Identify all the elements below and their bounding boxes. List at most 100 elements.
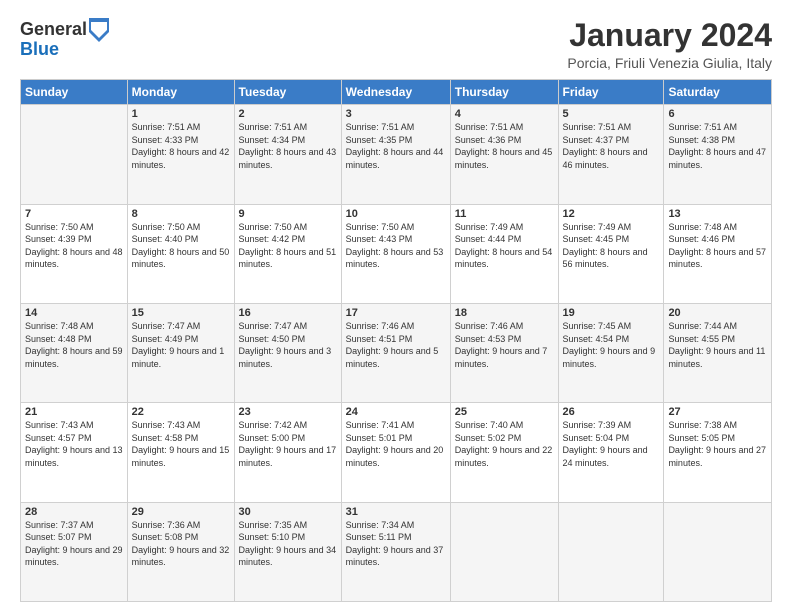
day-header-monday: Monday	[127, 80, 234, 105]
day-number: 11	[455, 208, 554, 220]
day-cell: 7Sunrise: 7:50 AMSunset: 4:39 PMDaylight…	[21, 204, 128, 303]
day-number: 6	[668, 108, 767, 120]
day-cell: 13Sunrise: 7:48 AMSunset: 4:46 PMDayligh…	[664, 204, 772, 303]
day-cell: 26Sunrise: 7:39 AMSunset: 5:04 PMDayligh…	[558, 403, 664, 502]
day-cell	[450, 502, 558, 601]
day-info: Sunrise: 7:51 AMSunset: 4:38 PMDaylight:…	[668, 121, 767, 171]
header: General Blue January 2024 Porcia, Friuli…	[20, 18, 772, 71]
calendar-body: 1Sunrise: 7:51 AMSunset: 4:33 PMDaylight…	[21, 105, 772, 602]
week-row-4: 28Sunrise: 7:37 AMSunset: 5:07 PMDayligh…	[21, 502, 772, 601]
day-number: 14	[25, 307, 123, 319]
day-info: Sunrise: 7:35 AMSunset: 5:10 PMDaylight:…	[239, 519, 337, 569]
day-cell: 18Sunrise: 7:46 AMSunset: 4:53 PMDayligh…	[450, 303, 558, 402]
day-cell: 30Sunrise: 7:35 AMSunset: 5:10 PMDayligh…	[234, 502, 341, 601]
week-row-0: 1Sunrise: 7:51 AMSunset: 4:33 PMDaylight…	[21, 105, 772, 204]
day-cell: 9Sunrise: 7:50 AMSunset: 4:42 PMDaylight…	[234, 204, 341, 303]
day-number: 31	[346, 506, 446, 518]
day-number: 3	[346, 108, 446, 120]
day-info: Sunrise: 7:45 AMSunset: 4:54 PMDaylight:…	[563, 320, 660, 370]
day-header-sunday: Sunday	[21, 80, 128, 105]
day-info: Sunrise: 7:36 AMSunset: 5:08 PMDaylight:…	[132, 519, 230, 569]
day-header-saturday: Saturday	[664, 80, 772, 105]
day-header-tuesday: Tuesday	[234, 80, 341, 105]
day-cell: 11Sunrise: 7:49 AMSunset: 4:44 PMDayligh…	[450, 204, 558, 303]
day-info: Sunrise: 7:51 AMSunset: 4:33 PMDaylight:…	[132, 121, 230, 171]
day-number: 18	[455, 307, 554, 319]
day-header-friday: Friday	[558, 80, 664, 105]
day-cell	[558, 502, 664, 601]
day-info: Sunrise: 7:47 AMSunset: 4:49 PMDaylight:…	[132, 320, 230, 370]
location: Porcia, Friuli Venezia Giulia, Italy	[567, 55, 772, 71]
days-header-row: SundayMondayTuesdayWednesdayThursdayFrid…	[21, 80, 772, 105]
day-cell: 10Sunrise: 7:50 AMSunset: 4:43 PMDayligh…	[341, 204, 450, 303]
day-cell: 23Sunrise: 7:42 AMSunset: 5:00 PMDayligh…	[234, 403, 341, 502]
day-cell: 4Sunrise: 7:51 AMSunset: 4:36 PMDaylight…	[450, 105, 558, 204]
day-number: 23	[239, 406, 337, 418]
title-section: January 2024 Porcia, Friuli Venezia Giul…	[567, 18, 772, 71]
week-row-1: 7Sunrise: 7:50 AMSunset: 4:39 PMDaylight…	[21, 204, 772, 303]
day-number: 20	[668, 307, 767, 319]
day-cell: 6Sunrise: 7:51 AMSunset: 4:38 PMDaylight…	[664, 105, 772, 204]
day-number: 8	[132, 208, 230, 220]
day-cell: 1Sunrise: 7:51 AMSunset: 4:33 PMDaylight…	[127, 105, 234, 204]
day-cell: 25Sunrise: 7:40 AMSunset: 5:02 PMDayligh…	[450, 403, 558, 502]
day-info: Sunrise: 7:49 AMSunset: 4:45 PMDaylight:…	[563, 221, 660, 271]
day-info: Sunrise: 7:37 AMSunset: 5:07 PMDaylight:…	[25, 519, 123, 569]
day-info: Sunrise: 7:44 AMSunset: 4:55 PMDaylight:…	[668, 320, 767, 370]
day-number: 17	[346, 307, 446, 319]
day-header-thursday: Thursday	[450, 80, 558, 105]
day-info: Sunrise: 7:51 AMSunset: 4:37 PMDaylight:…	[563, 121, 660, 171]
day-cell: 20Sunrise: 7:44 AMSunset: 4:55 PMDayligh…	[664, 303, 772, 402]
logo: General Blue	[20, 18, 109, 60]
day-cell: 5Sunrise: 7:51 AMSunset: 4:37 PMDaylight…	[558, 105, 664, 204]
day-info: Sunrise: 7:46 AMSunset: 4:53 PMDaylight:…	[455, 320, 554, 370]
day-number: 24	[346, 406, 446, 418]
day-number: 19	[563, 307, 660, 319]
day-cell: 2Sunrise: 7:51 AMSunset: 4:34 PMDaylight…	[234, 105, 341, 204]
day-number: 21	[25, 406, 123, 418]
day-info: Sunrise: 7:50 AMSunset: 4:43 PMDaylight:…	[346, 221, 446, 271]
day-info: Sunrise: 7:41 AMSunset: 5:01 PMDaylight:…	[346, 419, 446, 469]
day-number: 10	[346, 208, 446, 220]
day-cell: 17Sunrise: 7:46 AMSunset: 4:51 PMDayligh…	[341, 303, 450, 402]
week-row-3: 21Sunrise: 7:43 AMSunset: 4:57 PMDayligh…	[21, 403, 772, 502]
day-info: Sunrise: 7:38 AMSunset: 5:05 PMDaylight:…	[668, 419, 767, 469]
day-info: Sunrise: 7:43 AMSunset: 4:57 PMDaylight:…	[25, 419, 123, 469]
day-info: Sunrise: 7:42 AMSunset: 5:00 PMDaylight:…	[239, 419, 337, 469]
day-number: 22	[132, 406, 230, 418]
day-cell: 21Sunrise: 7:43 AMSunset: 4:57 PMDayligh…	[21, 403, 128, 502]
day-number: 9	[239, 208, 337, 220]
day-info: Sunrise: 7:47 AMSunset: 4:50 PMDaylight:…	[239, 320, 337, 370]
day-info: Sunrise: 7:50 AMSunset: 4:39 PMDaylight:…	[25, 221, 123, 271]
day-cell	[21, 105, 128, 204]
day-header-wednesday: Wednesday	[341, 80, 450, 105]
week-row-2: 14Sunrise: 7:48 AMSunset: 4:48 PMDayligh…	[21, 303, 772, 402]
day-info: Sunrise: 7:46 AMSunset: 4:51 PMDaylight:…	[346, 320, 446, 370]
day-info: Sunrise: 7:51 AMSunset: 4:36 PMDaylight:…	[455, 121, 554, 171]
day-number: 4	[455, 108, 554, 120]
day-info: Sunrise: 7:51 AMSunset: 4:35 PMDaylight:…	[346, 121, 446, 171]
day-number: 1	[132, 108, 230, 120]
day-cell: 19Sunrise: 7:45 AMSunset: 4:54 PMDayligh…	[558, 303, 664, 402]
day-info: Sunrise: 7:48 AMSunset: 4:48 PMDaylight:…	[25, 320, 123, 370]
day-info: Sunrise: 7:49 AMSunset: 4:44 PMDaylight:…	[455, 221, 554, 271]
calendar-table: SundayMondayTuesdayWednesdayThursdayFrid…	[20, 79, 772, 602]
day-cell: 8Sunrise: 7:50 AMSunset: 4:40 PMDaylight…	[127, 204, 234, 303]
day-info: Sunrise: 7:48 AMSunset: 4:46 PMDaylight:…	[668, 221, 767, 271]
month-title: January 2024	[567, 18, 772, 53]
day-info: Sunrise: 7:50 AMSunset: 4:40 PMDaylight:…	[132, 221, 230, 271]
day-number: 30	[239, 506, 337, 518]
day-info: Sunrise: 7:34 AMSunset: 5:11 PMDaylight:…	[346, 519, 446, 569]
day-number: 27	[668, 406, 767, 418]
day-cell: 22Sunrise: 7:43 AMSunset: 4:58 PMDayligh…	[127, 403, 234, 502]
day-number: 13	[668, 208, 767, 220]
logo-blue-text: Blue	[20, 40, 109, 60]
day-cell	[664, 502, 772, 601]
day-cell: 27Sunrise: 7:38 AMSunset: 5:05 PMDayligh…	[664, 403, 772, 502]
day-number: 12	[563, 208, 660, 220]
day-number: 7	[25, 208, 123, 220]
day-number: 29	[132, 506, 230, 518]
day-number: 25	[455, 406, 554, 418]
day-number: 15	[132, 307, 230, 319]
day-info: Sunrise: 7:50 AMSunset: 4:42 PMDaylight:…	[239, 221, 337, 271]
